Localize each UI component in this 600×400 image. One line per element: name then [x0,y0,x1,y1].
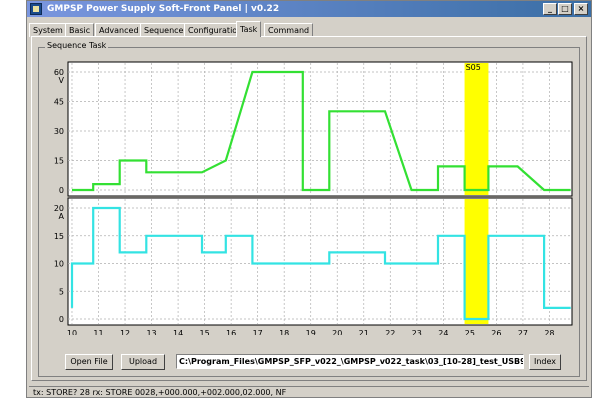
y-unit-label: A [59,212,65,221]
y-tick-label: 30 [54,127,64,136]
sequence-chart: 604530150VS0520151050A10 11 12 13 14 15 16 17 18… [54,61,573,335]
window-title: GMPSP Power Supply Soft-Front Panel | v0… [47,4,280,14]
x-tick-label: 28 [544,329,554,335]
group-label: Sequence Task [45,41,109,50]
highlight-band [464,199,489,324]
x-tick-label: 24 [438,329,448,335]
y-tick-label: 5 [59,287,64,296]
x-tick-label: 26 [491,329,501,335]
open-file-button[interactable]: Open File [65,354,113,370]
y-unit-label: V [59,76,65,85]
tab-command[interactable]: Command [264,23,314,37]
y-tick-label: 10 [54,260,64,269]
current-plot-area [67,197,573,326]
y-tick-label: 15 [54,232,64,241]
tab-task[interactable]: Task [236,21,262,37]
app-window: GMPSP Power Supply Soft-Front Panel | v0… [26,0,592,398]
x-tick-label: 15 [200,329,210,335]
x-tick-label: 14 [173,329,183,335]
x-tick-label: 18 [279,329,289,335]
x-tick-label: 22 [385,329,395,335]
maximize-button[interactable]: □ [558,3,572,15]
sequence-task-group: Sequence Task 60 45 30 15 0 V S05 20 15 10 5 0 A 10 11… [38,41,580,377]
y-tick-label: 45 [54,98,64,107]
y-tick-label: 0 [59,186,64,195]
highlight-band [464,63,489,195]
x-tick-label: 16 [226,329,236,335]
x-tick-label: 23 [412,329,422,335]
x-tick-label: 20 [332,329,342,335]
tab-system[interactable]: System [29,23,67,37]
tab-sequence[interactable]: Sequence [140,23,188,37]
x-tick-label: 19 [306,329,316,335]
task-panel: Sequence Task 60 45 30 15 0 V S05 20 15 10 5 0 A 10 11… [31,36,587,381]
x-tick-label: 12 [120,329,130,335]
tab-advanced[interactable]: Advanced [95,23,143,37]
x-tick-label: 11 [93,329,103,335]
minimize-button[interactable]: _ [543,3,557,15]
highlight-label: S05 [466,63,481,72]
x-tick-label: 27 [518,329,528,335]
close-button[interactable]: × [574,3,588,15]
index-button[interactable]: Index [529,354,561,370]
app-icon [30,3,42,15]
upload-button[interactable]: Upload [121,354,165,370]
y-tick-label: 0 [59,315,64,324]
file-path-field[interactable]: C:\Program_Files\GMPSP_SFP_v022_\GMPSP_v… [176,354,524,369]
x-tick-label: 10 [67,329,77,335]
title-bar: GMPSP Power Supply Soft-Front Panel | v0… [27,1,591,17]
tab-basic[interactable]: Basic [65,23,95,37]
x-tick-label: 21 [359,329,369,335]
status-bar: tx: STORE? 28 rx: STORE 0028,+000.000,+0… [29,386,589,399]
x-tick-label: 17 [253,329,263,335]
x-tick-label: 25 [465,329,475,335]
x-tick-label: 13 [146,329,156,335]
y-tick-label: 15 [54,157,64,166]
